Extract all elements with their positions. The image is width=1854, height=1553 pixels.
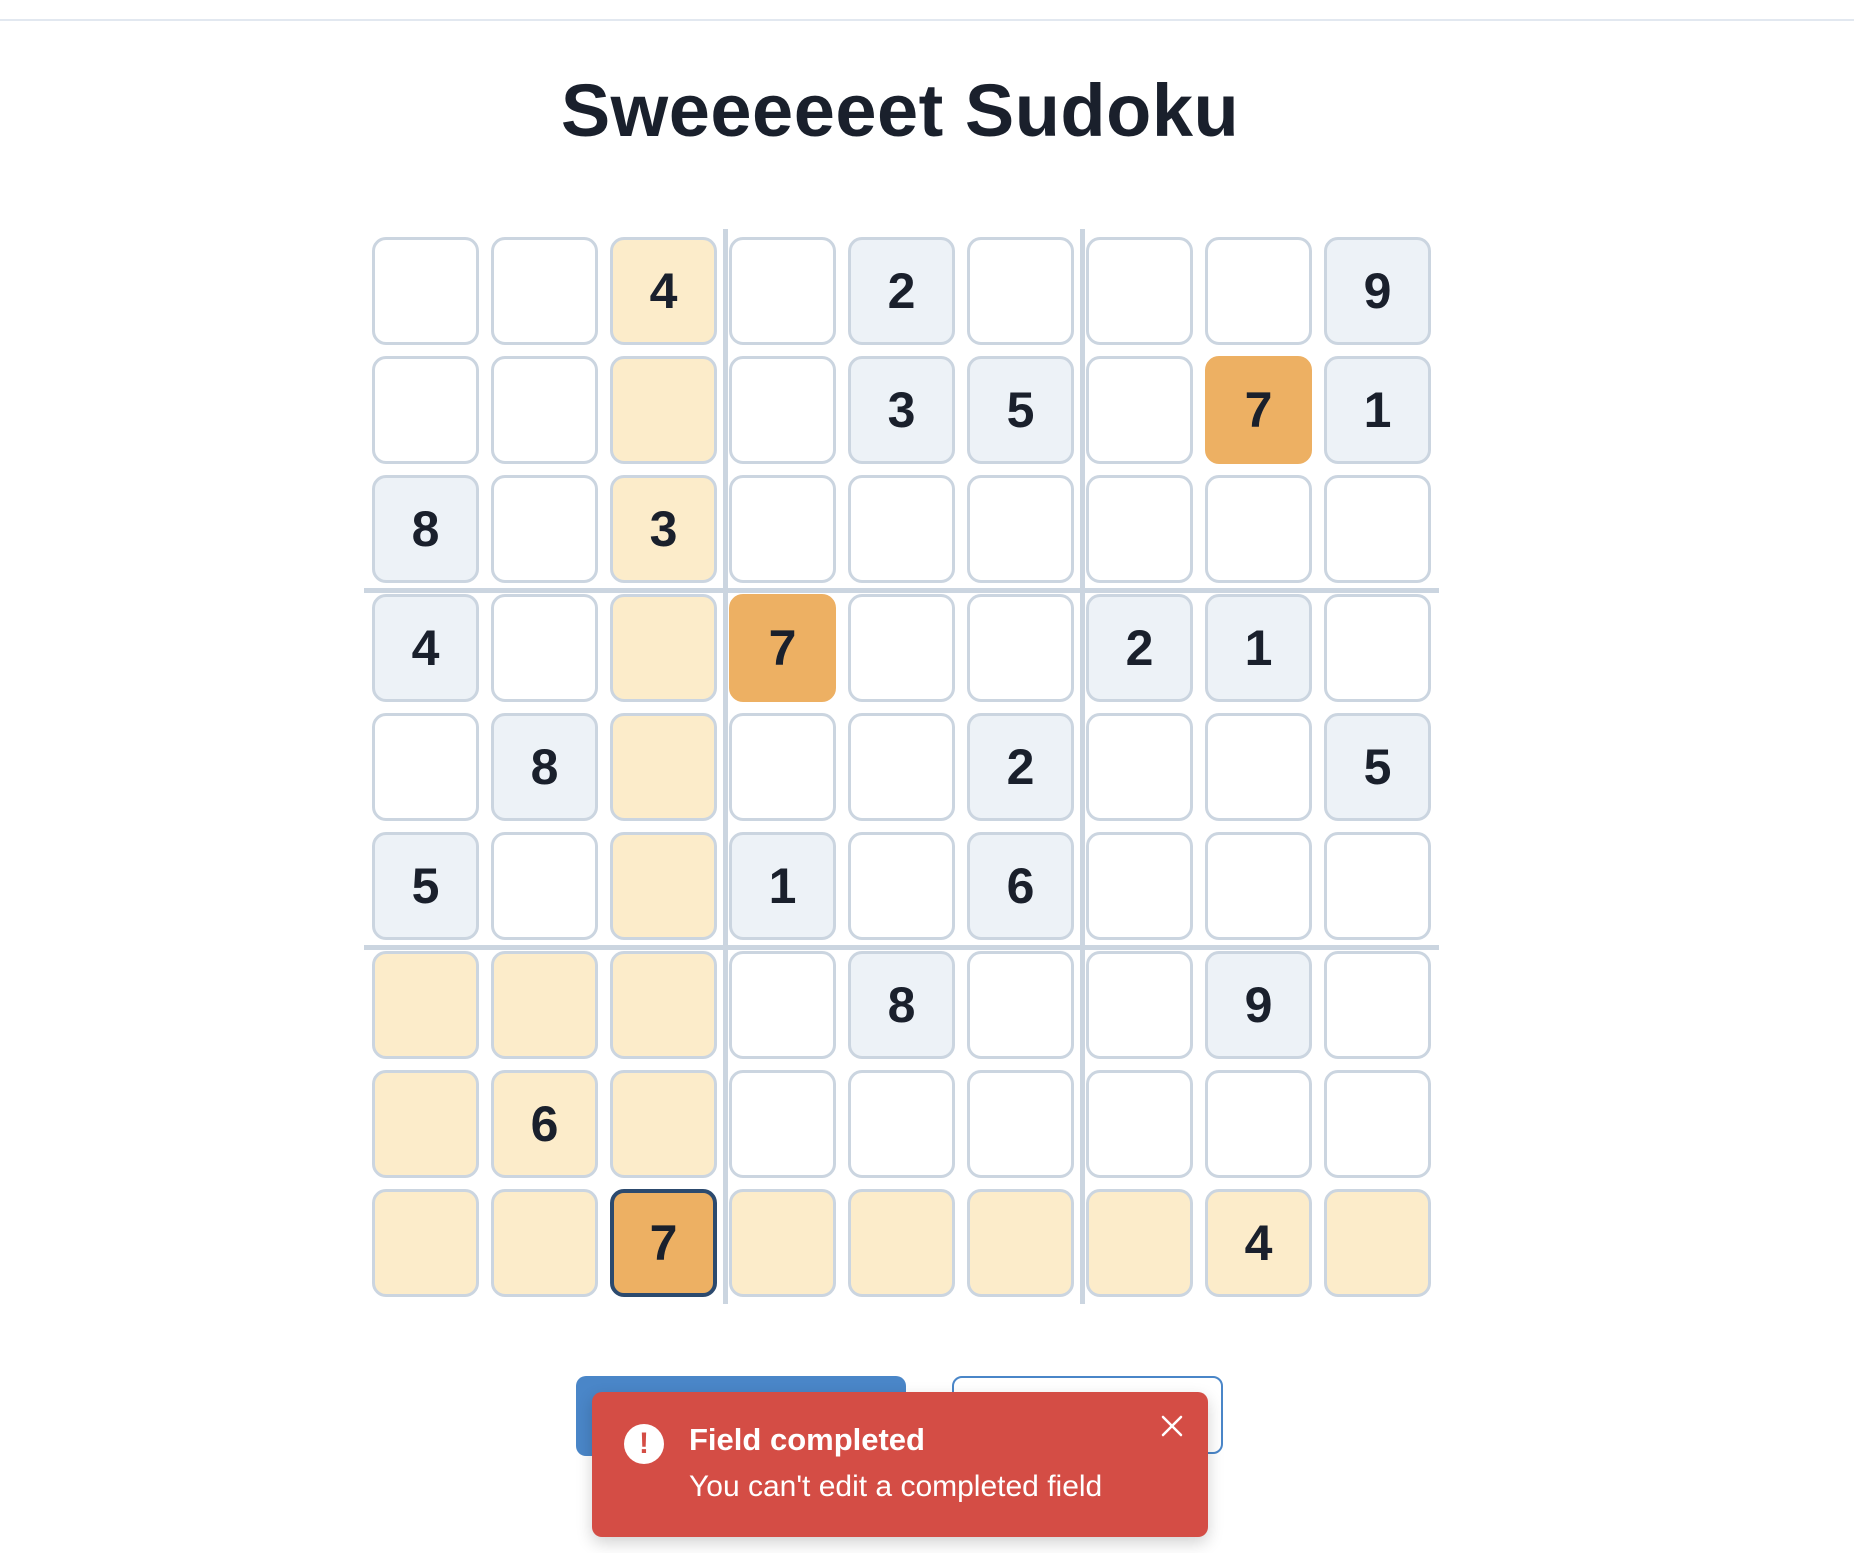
sudoku-cell-r8-c5[interactable] bbox=[848, 1070, 955, 1178]
sudoku-cell-r2-c1[interactable] bbox=[372, 356, 479, 464]
sudoku-cell-r9-c1[interactable] bbox=[372, 1189, 479, 1297]
close-icon-glyph bbox=[1161, 1415, 1183, 1437]
sudoku-cell-r7-c5[interactable]: 8 bbox=[848, 951, 955, 1059]
sudoku-cell-r6-c6[interactable]: 6 bbox=[967, 832, 1074, 940]
sudoku-cell-r5-c4[interactable] bbox=[729, 713, 836, 821]
sudoku-cell-r7-c2[interactable] bbox=[491, 951, 598, 1059]
sudoku-cell-r1-c6[interactable] bbox=[967, 237, 1074, 345]
sudoku-cell-r1-c1[interactable] bbox=[372, 237, 479, 345]
sudoku-cell-r6-c4[interactable]: 1 bbox=[729, 832, 836, 940]
sudoku-cell-r8-c4[interactable] bbox=[729, 1070, 836, 1178]
sudoku-cell-r8-c2[interactable]: 6 bbox=[491, 1070, 598, 1178]
sudoku-cell-r9-c5[interactable] bbox=[848, 1189, 955, 1297]
sudoku-cell-r1-c2[interactable] bbox=[491, 237, 598, 345]
sudoku-cell-r8-c6[interactable] bbox=[967, 1070, 1074, 1178]
sudoku-cell-r8-c7[interactable] bbox=[1086, 1070, 1193, 1178]
sudoku-cell-r1-c7[interactable] bbox=[1086, 237, 1193, 345]
sudoku-cell-r3-c8[interactable] bbox=[1205, 475, 1312, 583]
sudoku-cell-r5-c3[interactable] bbox=[610, 713, 717, 821]
sudoku-cell-r9-c2[interactable] bbox=[491, 1189, 598, 1297]
sudoku-cell-r7-c4[interactable] bbox=[729, 951, 836, 1059]
sudoku-cell-r7-c1[interactable] bbox=[372, 951, 479, 1059]
error-toast: ! Field completed You can't edit a compl… bbox=[592, 1392, 1208, 1537]
sudoku-cell-r1-c5[interactable]: 2 bbox=[848, 237, 955, 345]
sudoku-cell-r6-c8[interactable] bbox=[1205, 832, 1312, 940]
sudoku-cell-r1-c9[interactable]: 9 bbox=[1324, 237, 1431, 345]
sudoku-cell-r2-c3[interactable] bbox=[610, 356, 717, 464]
page-title: Sweeeeeet Sudoku bbox=[560, 69, 1240, 152]
sudoku-cell-r6-c5[interactable] bbox=[848, 832, 955, 940]
sudoku-cell-r2-c5[interactable]: 3 bbox=[848, 356, 955, 464]
sudoku-cell-r6-c3[interactable] bbox=[610, 832, 717, 940]
sudoku-cell-r8-c8[interactable] bbox=[1205, 1070, 1312, 1178]
vertical-block-divider bbox=[723, 229, 728, 1304]
exclamation-icon: ! bbox=[624, 1424, 664, 1464]
sudoku-cell-r6-c2[interactable] bbox=[491, 832, 598, 940]
sudoku-cell-r5-c5[interactable] bbox=[848, 713, 955, 821]
sudoku-cell-r9-c6[interactable] bbox=[967, 1189, 1074, 1297]
sudoku-cell-r2-c2[interactable] bbox=[491, 356, 598, 464]
horizontal-block-divider bbox=[364, 588, 1439, 593]
sudoku-cell-r7-c8[interactable]: 9 bbox=[1205, 951, 1312, 1059]
sudoku-cell-r4-c8[interactable]: 1 bbox=[1205, 594, 1312, 702]
sudoku-board: 429357183472182551689674 bbox=[364, 229, 1439, 1304]
sudoku-cell-r4-c6[interactable] bbox=[967, 594, 1074, 702]
sudoku-cell-r3-c7[interactable] bbox=[1086, 475, 1193, 583]
sudoku-cell-r4-c5[interactable] bbox=[848, 594, 955, 702]
sudoku-cell-r7-c6[interactable] bbox=[967, 951, 1074, 1059]
sudoku-cell-r6-c9[interactable] bbox=[1324, 832, 1431, 940]
sudoku-cell-r3-c5[interactable] bbox=[848, 475, 955, 583]
sudoku-cell-r2-c9[interactable]: 1 bbox=[1324, 356, 1431, 464]
top-divider bbox=[0, 19, 1854, 21]
sudoku-cell-r4-c3[interactable] bbox=[610, 594, 717, 702]
sudoku-cell-r9-c9[interactable] bbox=[1324, 1189, 1431, 1297]
sudoku-cell-r3-c2[interactable] bbox=[491, 475, 598, 583]
sudoku-cell-r5-c9[interactable]: 5 bbox=[1324, 713, 1431, 821]
sudoku-cell-r1-c8[interactable] bbox=[1205, 237, 1312, 345]
sudoku-cell-r5-c7[interactable] bbox=[1086, 713, 1193, 821]
sudoku-cell-r9-c3[interactable]: 7 bbox=[610, 1189, 717, 1297]
sudoku-cell-r1-c4[interactable] bbox=[729, 237, 836, 345]
sudoku-cell-r3-c4[interactable] bbox=[729, 475, 836, 583]
sudoku-cell-r4-c7[interactable]: 2 bbox=[1086, 594, 1193, 702]
sudoku-cell-r2-c4[interactable] bbox=[729, 356, 836, 464]
sudoku-cell-r4-c2[interactable] bbox=[491, 594, 598, 702]
sudoku-cell-r3-c9[interactable] bbox=[1324, 475, 1431, 583]
sudoku-cell-r6-c7[interactable] bbox=[1086, 832, 1193, 940]
sudoku-cell-r4-c4[interactable]: 7 bbox=[729, 594, 836, 702]
sudoku-cell-r7-c9[interactable] bbox=[1324, 951, 1431, 1059]
sudoku-cell-r2-c8[interactable]: 7 bbox=[1205, 356, 1312, 464]
sudoku-cell-r5-c8[interactable] bbox=[1205, 713, 1312, 821]
sudoku-cell-r3-c6[interactable] bbox=[967, 475, 1074, 583]
sudoku-cell-r5-c2[interactable]: 8 bbox=[491, 713, 598, 821]
sudoku-cell-r7-c3[interactable] bbox=[610, 951, 717, 1059]
sudoku-cell-r9-c4[interactable] bbox=[729, 1189, 836, 1297]
sudoku-cell-r6-c1[interactable]: 5 bbox=[372, 832, 479, 940]
toast-description: You can't edit a completed field bbox=[689, 1470, 1103, 1503]
sudoku-cell-r4-c9[interactable] bbox=[1324, 594, 1431, 702]
sudoku-cell-r9-c7[interactable] bbox=[1086, 1189, 1193, 1297]
horizontal-block-divider bbox=[364, 945, 1439, 950]
sudoku-cell-r7-c7[interactable] bbox=[1086, 951, 1193, 1059]
vertical-block-divider bbox=[1080, 229, 1085, 1304]
sudoku-cell-r2-c6[interactable]: 5 bbox=[967, 356, 1074, 464]
sudoku-cell-r8-c1[interactable] bbox=[372, 1070, 479, 1178]
toast-title: Field completed bbox=[689, 1422, 925, 1457]
sudoku-cell-r8-c3[interactable] bbox=[610, 1070, 717, 1178]
sudoku-cell-r4-c1[interactable]: 4 bbox=[372, 594, 479, 702]
sudoku-cell-r3-c1[interactable]: 8 bbox=[372, 475, 479, 583]
sudoku-cell-r5-c6[interactable]: 2 bbox=[967, 713, 1074, 821]
close-icon[interactable] bbox=[1154, 1408, 1190, 1444]
sudoku-cell-r8-c9[interactable] bbox=[1324, 1070, 1431, 1178]
sudoku-cell-r1-c3[interactable]: 4 bbox=[610, 237, 717, 345]
sudoku-cell-r5-c1[interactable] bbox=[372, 713, 479, 821]
sudoku-cell-r2-c7[interactable] bbox=[1086, 356, 1193, 464]
sudoku-cell-r9-c8[interactable]: 4 bbox=[1205, 1189, 1312, 1297]
sudoku-cell-r3-c3[interactable]: 3 bbox=[610, 475, 717, 583]
